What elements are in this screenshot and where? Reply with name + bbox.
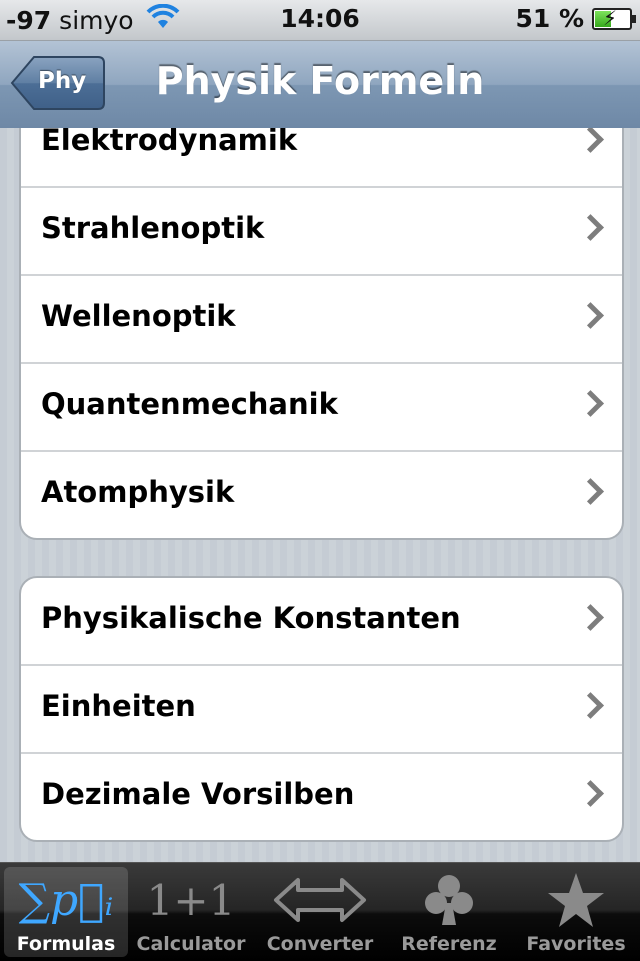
chevron-right-icon xyxy=(577,604,604,631)
sum-formula-glyph: ∑p⃗ᵢ xyxy=(18,874,114,926)
tab-bar: ∑p⃗ᵢ Formulas 1+1 Calculator Converter R… xyxy=(0,862,640,961)
list-item-label: Atomphysik xyxy=(41,475,235,509)
battery-icon: ⚡ xyxy=(592,5,636,30)
content-area[interactable]: Elektrodynamik Strahlenoptik Wellenoptik… xyxy=(0,128,640,862)
tab-favorites[interactable]: Favorites xyxy=(514,867,638,957)
tab-label: Referenz xyxy=(401,933,497,955)
tab-referenz[interactable]: Referenz xyxy=(387,867,511,957)
chevron-right-icon xyxy=(577,478,604,505)
list-item-einheiten[interactable]: Einheiten xyxy=(21,666,622,754)
list-item-label: Elektrodynamik xyxy=(41,128,298,157)
one-plus-one-glyph: 1+1 xyxy=(146,875,236,925)
status-right: 51 % ⚡ xyxy=(515,4,636,33)
list-item-quantenmechanik[interactable]: Quantenmechanik xyxy=(21,364,622,452)
tab-label: Calculator xyxy=(136,933,246,955)
list-item-elektrodynamik[interactable]: Elektrodynamik xyxy=(21,128,622,188)
page-title: Physik Formeln xyxy=(155,59,485,103)
sum-formula-icon: ∑p⃗ᵢ xyxy=(4,869,128,931)
tab-formulas[interactable]: ∑p⃗ᵢ Formulas xyxy=(4,867,128,957)
battery-percent: 51 % xyxy=(515,4,584,33)
double-arrow-icon xyxy=(258,869,382,931)
reference-group: Physikalische Konstanten Einheiten Dezim… xyxy=(19,576,624,842)
star-icon xyxy=(514,869,638,931)
list-item-label: Physikalische Konstanten xyxy=(41,601,461,635)
status-bar: -97 simyo 14:06 51 % ⚡ xyxy=(0,0,640,41)
chevron-right-icon xyxy=(577,692,604,719)
tab-label: Formulas xyxy=(16,933,116,955)
list-item-physikalische-konstanten[interactable]: Physikalische Konstanten xyxy=(21,578,622,666)
formula-group-topics: Elektrodynamik Strahlenoptik Wellenoptik… xyxy=(19,128,624,540)
tab-label: Favorites xyxy=(526,933,626,955)
navigation-bar: Phy Physik Formeln xyxy=(0,41,640,130)
chevron-right-icon xyxy=(577,214,604,241)
chevron-right-icon xyxy=(577,128,604,153)
list-item-strahlenoptik[interactable]: Strahlenoptik xyxy=(21,188,622,276)
list-item-label: Einheiten xyxy=(41,689,196,723)
chevron-right-icon xyxy=(577,390,604,417)
list-item-atomphysik[interactable]: Atomphysik xyxy=(21,452,622,538)
charging-bolt-icon: ⚡ xyxy=(603,5,618,30)
tab-label: Converter xyxy=(266,933,374,955)
list-item-label: Strahlenoptik xyxy=(41,211,265,245)
chevron-right-icon xyxy=(577,302,604,329)
list-item-label: Dezimale Vorsilben xyxy=(41,777,355,811)
one-plus-one-icon: 1+1 xyxy=(129,869,253,931)
club-icon xyxy=(387,869,511,931)
list-item-wellenoptik[interactable]: Wellenoptik xyxy=(21,276,622,364)
chevron-right-icon xyxy=(577,780,604,807)
list-item-label: Wellenoptik xyxy=(41,299,236,333)
list-item-dezimale-vorsilben[interactable]: Dezimale Vorsilben xyxy=(21,754,622,840)
list-item-label: Quantenmechanik xyxy=(41,387,338,421)
tab-converter[interactable]: Converter xyxy=(258,867,382,957)
tab-calculator[interactable]: 1+1 Calculator xyxy=(129,867,253,957)
